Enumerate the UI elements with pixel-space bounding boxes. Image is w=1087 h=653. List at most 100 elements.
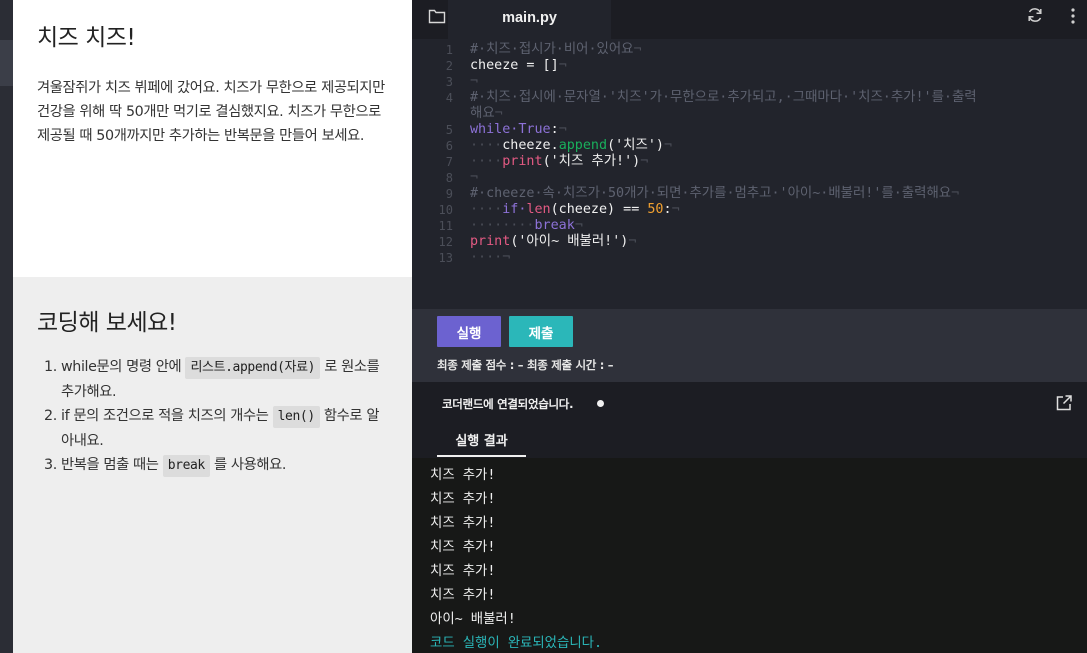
line-number: 11: [438, 219, 453, 233]
task-text: if 문의 조건으로 적을 치즈의 개수는: [61, 408, 273, 424]
code-text: ¬: [470, 170, 478, 186]
code-line[interactable]: 8 ¬: [412, 170, 1087, 186]
instruction-body: 겨울잠쥐가 치즈 뷔페에 갔어요. 치즈가 무한으로 제공되지만 건강을 위해 …: [37, 80, 385, 144]
line-number: 8: [445, 171, 453, 185]
task-text: while문의 명령 안에: [61, 359, 186, 375]
code-token: if·: [502, 202, 527, 217]
code-line[interactable]: 7 ····print('치즈 추가!')¬: [412, 154, 1087, 170]
code-token: cheeze.: [502, 138, 559, 153]
connection-dot: [597, 400, 604, 407]
code-token: 50: [647, 202, 664, 217]
code-token: ····: [470, 138, 503, 153]
code-token: ¬: [633, 42, 642, 57]
code-token: #·cheeze·속·치즈가·50개가·되면·추가를·멈추고·'아이~·배불러!…: [470, 186, 952, 201]
output-line: 치즈 추가!: [430, 540, 496, 555]
line-number: 1: [445, 43, 453, 57]
code-text: ····print('치즈 추가!')¬: [470, 154, 648, 170]
code-token: ¬: [640, 154, 649, 169]
code-token: (cheeze) ==: [550, 202, 648, 217]
line-number: 9: [445, 187, 453, 201]
refresh-icon[interactable]: [1026, 6, 1044, 24]
code-token: ('아이~ 배불러!'): [510, 234, 629, 249]
file-tab-label: main.py: [502, 10, 557, 26]
file-tab-main[interactable]: main.py: [448, 0, 611, 39]
more-options-icon[interactable]: [1066, 6, 1080, 26]
output-line: 치즈 추가!: [430, 492, 496, 507]
external-link-icon[interactable]: [1055, 394, 1073, 412]
task-list: while문의 명령 안에 리스트.append(자료) 로 원소를 추가해요.…: [37, 355, 388, 478]
code-token: append: [558, 138, 608, 153]
line-number: 3: [445, 75, 453, 89]
code-token: print: [502, 154, 543, 169]
code-line[interactable]: 해요¬: [412, 106, 1087, 122]
code-editor[interactable]: 1 #·치즈·접시가·비어·있어요¬ 2 cheeze = []¬ 3 ¬ 4 #·치즈·접시…: [412, 39, 1087, 309]
line-number: 4: [445, 91, 453, 105]
task-title: 코딩해 보세요!: [37, 310, 177, 336]
code-text: while·True:¬: [470, 122, 567, 138]
code-token: ('치즈 추가!'): [542, 154, 641, 169]
code-text: ····if·len(cheeze) == 50:¬: [470, 202, 680, 218]
output-line: 치즈 추가!: [430, 516, 496, 531]
output-line: 아이~ 배불러!: [430, 612, 516, 627]
code-line[interactable]: 9 #·cheeze·속·치즈가·50개가·되면·추가를·멈추고·'아이~·배불러…: [412, 186, 1087, 202]
code-token: ¬: [558, 122, 567, 137]
code-line[interactable]: 2 cheeze = []¬: [412, 58, 1087, 74]
code-token: #·치즈·접시에·문자열·'치즈'가·무한으로·추가되고,·그때마다·'치즈·추…: [470, 90, 977, 105]
code-line[interactable]: 5 while·True:¬: [412, 122, 1087, 138]
line-number: 6: [445, 139, 453, 153]
code-text: ····cheeze.append('치즈')¬: [470, 138, 672, 154]
sidebar-active-indicator[interactable]: [0, 40, 13, 86]
code-token: ¬: [951, 186, 960, 201]
left-sidebar-strip: [0, 0, 13, 653]
task-text: 반복을 멈출 때는: [61, 457, 163, 473]
submission-score-text: 최종 제출 점수 : – 최종 제출 시간 : –: [437, 358, 614, 372]
result-output: 치즈 추가! 치즈 추가! 치즈 추가! 치즈 추가! 치즈 추가! 치즈 추가! 아이~ …: [412, 458, 1087, 653]
code-token: ¬: [663, 138, 673, 153]
code-token: ········: [470, 218, 535, 233]
instruction-panel: 치즈 치즈! 겨울잠쥐가 치즈 뷔페에 갔어요. 치즈가 무한으로 제공되지만 …: [13, 0, 412, 277]
code-token: break: [534, 218, 575, 233]
result-header: 코더랜드에 연결되었습니다. 실행 결과: [412, 382, 1087, 458]
line-number: 7: [445, 155, 453, 169]
code-text: #·치즈·접시가·비어·있어요¬: [470, 42, 642, 58]
code-line[interactable]: 4 #·치즈·접시에·문자열·'치즈'가·무한으로·추가되고,·그때마다·'치즈·…: [412, 90, 1087, 106]
tab-run-result[interactable]: 실행 결과: [437, 422, 526, 457]
code-token: #·치즈·접시가·비어·있어요: [470, 42, 634, 57]
code-token: ¬: [671, 202, 680, 217]
code-token: ¬: [470, 74, 479, 89]
run-button[interactable]: 실행: [437, 316, 501, 347]
code-line[interactable]: 1 #·치즈·접시가·비어·있어요¬: [412, 42, 1087, 58]
folder-icon[interactable]: [428, 8, 446, 24]
code-chip: 리스트.append(자료): [185, 357, 321, 379]
code-text: cheeze = []¬: [470, 58, 567, 74]
code-token: ¬: [470, 170, 479, 185]
code-line[interactable]: 12 print('아이~ 배불러!')¬: [412, 234, 1087, 250]
code-token: while·True: [470, 122, 551, 137]
code-text: ····¬: [470, 250, 510, 266]
submit-button[interactable]: 제출: [509, 316, 573, 347]
execution-complete-message: 코드 실행이 완료되었습니다.: [430, 636, 603, 651]
code-line[interactable]: 3 ¬: [412, 74, 1087, 90]
code-line[interactable]: 13 ····¬: [412, 250, 1087, 266]
line-number: 5: [445, 123, 453, 137]
code-token: len: [526, 202, 551, 217]
instruction-title: 치즈 치즈!: [37, 25, 136, 51]
code-token: cheeze = []: [470, 58, 559, 73]
code-line[interactable]: 11 ········break¬: [412, 218, 1087, 234]
code-text: ········break¬: [470, 218, 583, 234]
action-bar: 실행 제출 최종 제출 점수 : – 최종 제출 시간 : –: [412, 309, 1087, 382]
task-item: if 문의 조건으로 적을 치즈의 개수는 len() 함수로 알아내요.: [61, 404, 388, 453]
code-line[interactable]: 6 ····cheeze.append('치즈')¬: [412, 138, 1087, 154]
task-text: 를 사용해요.: [209, 457, 287, 473]
code-token: ¬: [628, 234, 637, 249]
code-line[interactable]: 10 ····if·len(cheeze) == 50:¬: [412, 202, 1087, 218]
code-token: ····¬: [470, 250, 511, 265]
code-text: #·치즈·접시에·문자열·'치즈'가·무한으로·추가되고,·그때마다·'치즈·추…: [470, 90, 977, 106]
line-number: 10: [438, 203, 453, 217]
code-token: :: [663, 202, 672, 217]
output-line: 치즈 추가!: [430, 468, 496, 483]
connection-status: 코더랜드에 연결되었습니다.: [442, 397, 574, 411]
code-text: #·cheeze·속·치즈가·50개가·되면·추가를·멈추고·'아이~·배불러!…: [470, 186, 959, 202]
task-panel: 코딩해 보세요! while문의 명령 안에 리스트.append(자료) 로 …: [13, 277, 412, 653]
code-token: 해요: [470, 106, 495, 121]
